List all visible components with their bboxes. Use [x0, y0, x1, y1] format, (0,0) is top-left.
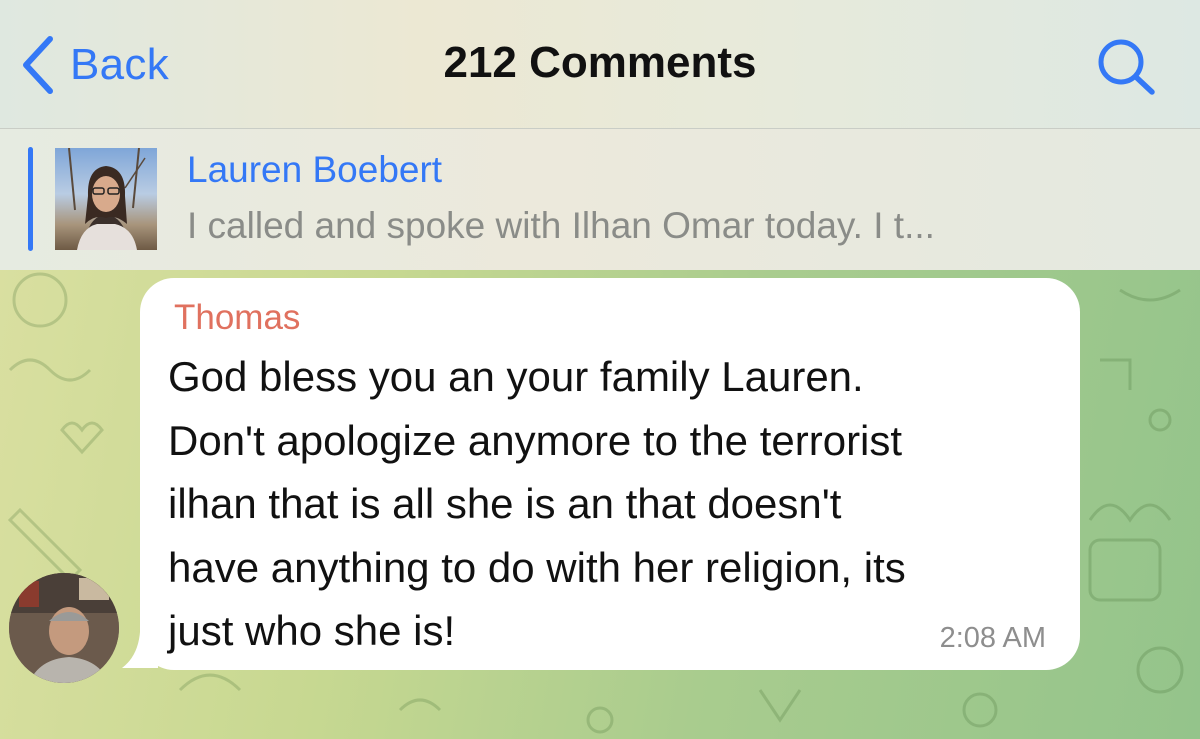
chat-area: Thomas God bless you an your family Laur…	[0, 270, 1200, 739]
sender-name[interactable]: Thomas	[174, 298, 300, 338]
message-timestamp: 2:08 AM	[939, 622, 1046, 654]
page-title: 212 Comments	[443, 38, 757, 87]
search-button[interactable]	[1094, 36, 1158, 98]
search-icon	[1098, 39, 1155, 95]
pinned-author: Lauren Boebert	[187, 149, 443, 190]
pinned-preview-text: I called and spoke with Ilhan Omar today…	[187, 205, 935, 246]
pinned-post[interactable]: Lauren Boebert I called and spoke with I…	[0, 129, 1200, 270]
message-bubble[interactable]: Thomas God bless you an your family Laur…	[140, 278, 1080, 670]
message-text: God bless you an your family Lauren. Don…	[168, 353, 906, 654]
sender-avatar[interactable]	[9, 573, 119, 683]
nav-header: Back 212 Comments	[0, 0, 1200, 129]
pinned-accent-bar	[28, 147, 33, 251]
pinned-thumbnail	[55, 148, 157, 250]
